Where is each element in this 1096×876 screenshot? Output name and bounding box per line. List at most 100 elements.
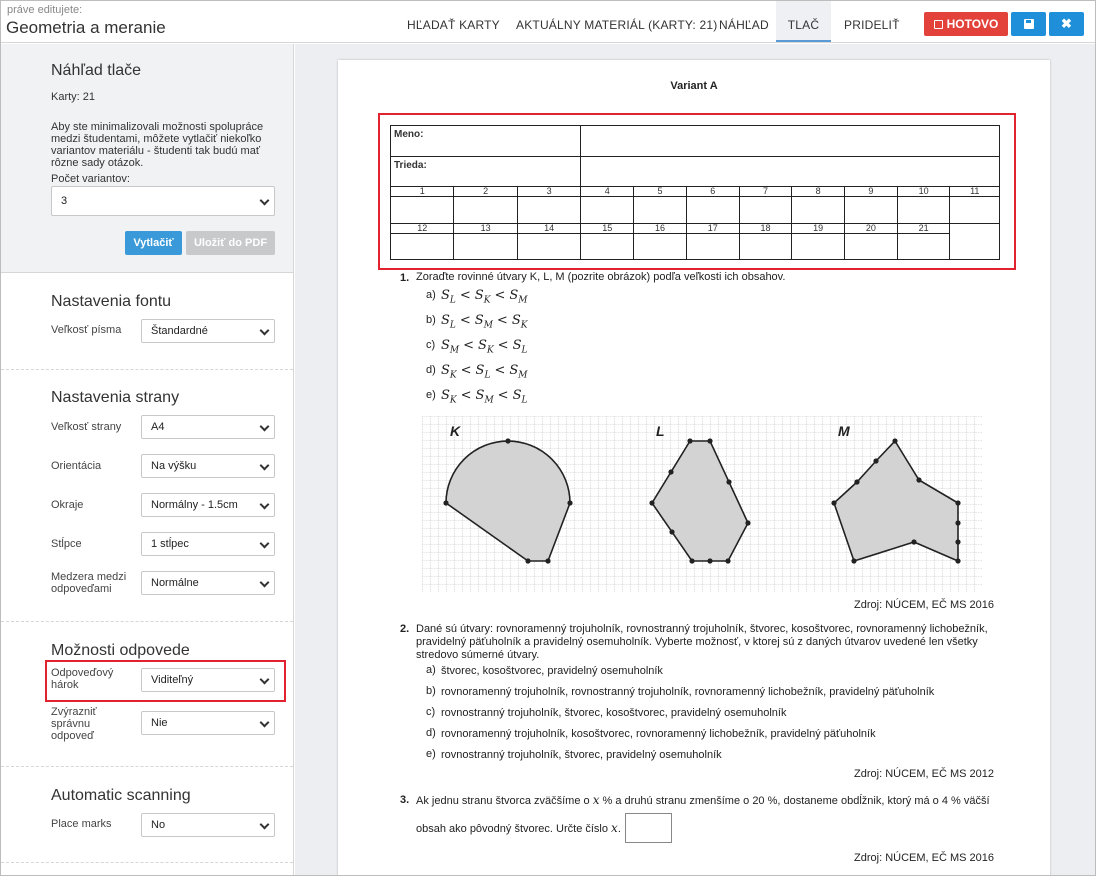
answer-number-cell: 3	[516, 186, 582, 197]
answer-number-cell: 21	[896, 223, 951, 234]
chevron-down-icon	[259, 195, 270, 206]
save-icon	[933, 20, 943, 29]
close-icon: ✖	[1061, 16, 1072, 31]
answer-sheet-label-line2: hárok	[51, 679, 79, 691]
font-size-select[interactable]: Štandardné	[141, 319, 275, 343]
option-letter: c)	[426, 339, 436, 351]
question-text-line3: stredovo súmerné útvary.	[416, 649, 540, 661]
answer-number-cell: 11	[949, 186, 1000, 197]
columns-value: 1 stĺpec	[151, 538, 189, 550]
option-letter: b)	[426, 685, 436, 697]
tab-assign[interactable]: PRIDELIŤ	[831, 1, 913, 42]
print-preview-area[interactable]: Variant A Meno: Trieda: 1 2 3 4 5 6 7 8 9 10 11 12…	[295, 44, 1095, 875]
font-size-label: Veľkosť písma	[51, 324, 122, 336]
option-text: SK < SM < SL	[441, 388, 528, 406]
answer-box-cell	[633, 233, 687, 260]
answer-box-cell	[738, 233, 793, 260]
answer-sheet-select[interactable]: Viditeľný	[141, 668, 275, 692]
tab-print[interactable]: TLAČ	[776, 1, 831, 42]
answer-number-cell: 17	[685, 223, 740, 234]
option-text: rovnostranný trojuholník, štvorec, pravi…	[441, 749, 722, 761]
variants-select[interactable]: 3	[51, 186, 275, 216]
answer-spacing-value: Normálne	[151, 577, 199, 589]
question-text-line2: pravidelný päťuholník a pravidelný osemu…	[416, 636, 978, 648]
answer-box-cell	[580, 196, 635, 224]
option-text: rovnostranný trojuholník, štvorec, kosoš…	[441, 707, 787, 719]
question-text-line2: obsah ako pôvodný štvorec. Určte číslo x…	[416, 821, 621, 836]
option-text: štvorec, kosoštvorec, pravidelný osemuho…	[441, 665, 663, 677]
highlight-correct-value: Nie	[151, 717, 168, 729]
editing-label: práve editujete:	[7, 4, 83, 16]
document-title: Geometria a meranie	[6, 18, 166, 37]
class-label: Trieda:	[394, 160, 427, 171]
answer-number-cell: 16	[633, 223, 687, 234]
orientation-select[interactable]: Na výšku	[141, 454, 275, 478]
answer-box-cell	[685, 233, 740, 260]
chevron-down-icon	[259, 499, 270, 510]
answer-number-cell: 12	[389, 223, 455, 234]
option-text: SM < SK < SL	[441, 338, 528, 356]
page-size-label: Veľkosť strany	[51, 421, 122, 433]
done-button[interactable]: HOTOVO	[924, 12, 1008, 36]
settings-sidebar: Náhľad tlače Karty: 21 Aby ste minimaliz…	[1, 44, 294, 875]
option-letter: a)	[426, 289, 436, 301]
source-note: Zdroj: NÚCEM, EČ MS 2016	[854, 599, 994, 611]
chevron-down-icon	[259, 538, 270, 549]
columns-select[interactable]: 1 stĺpec	[141, 532, 275, 556]
answer-sheet-value: Viditeľný	[151, 674, 194, 686]
save-button[interactable]	[1011, 12, 1046, 36]
variant-heading: Variant A	[670, 80, 718, 92]
option-letter: a)	[426, 664, 436, 676]
answer-box-cell	[453, 196, 518, 224]
option-letter: e)	[426, 389, 436, 401]
cards-count: Karty: 21	[51, 91, 96, 103]
top-bar: práve editujete: Geometria a meranie HĽA…	[1, 1, 1095, 43]
orientation-value: Na výšku	[151, 460, 197, 472]
option-text: SK < SL < SM	[441, 363, 528, 381]
done-button-label: HOTOVO	[946, 17, 999, 31]
variants-label: Počet variantov:	[51, 173, 130, 185]
divider	[1, 766, 293, 767]
answer-number-cell: 19	[791, 223, 846, 234]
answer-spacing-select[interactable]: Normálne	[141, 571, 275, 595]
answer-box-cell	[389, 233, 455, 260]
figure-label-m: M	[838, 423, 850, 439]
chevron-down-icon	[259, 674, 270, 685]
answer-number-cell: 10	[896, 186, 951, 197]
answer-number-cell: 1	[389, 186, 455, 197]
answer-box-cell	[949, 196, 1000, 224]
margins-select[interactable]: Normálny - 1.5cm	[141, 493, 275, 517]
chevron-down-icon	[259, 819, 270, 830]
answer-number-cell: 7	[738, 186, 793, 197]
divider	[1, 621, 293, 622]
tab-preview[interactable]: NÁHĽAD	[706, 1, 782, 42]
answer-box-cell	[896, 233, 951, 260]
shapes-figure: K L M	[422, 416, 982, 592]
answer-options-title: Možnosti odpovede	[51, 642, 190, 659]
page-size-select[interactable]: A4	[141, 415, 275, 439]
print-button[interactable]: Vytlačiť	[125, 231, 182, 255]
font-size-value: Štandardné	[151, 325, 208, 337]
divider	[1, 369, 293, 370]
answer-number-cell: 9	[844, 186, 898, 197]
close-button[interactable]: ✖	[1049, 12, 1084, 36]
highlight-correct-select[interactable]: Nie	[141, 711, 275, 735]
place-marks-select[interactable]: No	[141, 813, 275, 837]
answer-box-cell	[516, 196, 582, 224]
floppy-disk-icon	[1024, 19, 1034, 29]
class-input-cell	[580, 156, 1000, 187]
question-number: 3.	[400, 794, 410, 806]
tab-search-cards[interactable]: HĽADAŤ KARTY	[394, 1, 513, 42]
question-text: Zoraďte rovinné útvary K, L, M (pozrite …	[416, 271, 786, 283]
answer-input-box[interactable]	[625, 813, 672, 843]
answer-spacing-label-line2: odpoveďami	[51, 583, 112, 595]
answer-box-cell	[580, 233, 635, 260]
answer-number-cell: 2	[453, 186, 518, 197]
option-letter: b)	[426, 314, 436, 326]
chevron-down-icon	[259, 577, 270, 588]
highlight-correct-label-line2: správnu	[51, 718, 91, 730]
option-letter: c)	[426, 706, 436, 718]
save-pdf-button[interactable]: Uložiť do PDF	[186, 231, 275, 255]
variants-value: 3	[61, 195, 68, 207]
tab-current-material[interactable]: AKTUÁLNY MATERIÁL (KARTY: 21)	[503, 1, 730, 42]
